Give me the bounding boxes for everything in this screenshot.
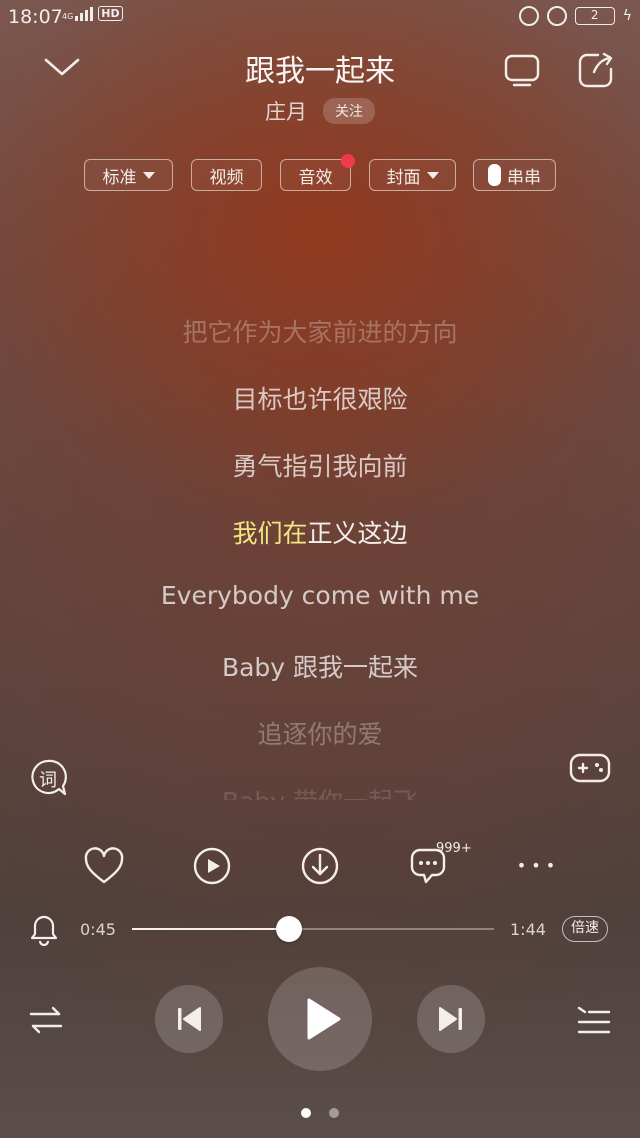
lyric-line: Everybody come with me [160,581,480,610]
heart-icon [84,847,124,884]
bell-icon [30,915,58,946]
caret-down-icon [426,171,439,179]
status-bar: 18:07 4G HD 2 ϟ [0,0,640,34]
cover-label: 封面 [386,167,421,188]
lyric-line-active: 我们在正义这边 [0,514,640,550]
skip-next-icon [439,1007,462,1031]
video-label: 视频 [209,167,244,188]
more-button[interactable]: • • • [514,844,558,888]
quality-label: 标准 [102,167,137,188]
network-indicator: 4G HD [62,5,123,21]
app-notification-icon [518,6,539,26]
share-icon [578,52,613,88]
effects-label: 音效 [298,167,333,188]
lyric-line: Baby 带你一起飞 [0,782,640,800]
skip-previous-icon [178,1007,201,1031]
lyric-line: Baby 跟我一起来 [221,653,419,682]
progress-track[interactable] [132,928,494,930]
play-mode-button[interactable] [28,1002,64,1038]
artist-name[interactable]: 庄月 [265,96,307,126]
status-time: 18:07 [8,6,63,28]
mv-button[interactable] [190,844,234,888]
chuan-label: 串串 [507,167,541,188]
total-time: 1:44 [510,920,546,939]
page-dot[interactable] [329,1108,339,1118]
lyric-line: 勇气指引我向前 [232,452,408,481]
page-dot[interactable] [301,1108,311,1118]
quality-chip[interactable]: 标准 [84,159,173,191]
new-dot-icon [341,154,355,168]
sleep-timer-button[interactable] [30,914,58,946]
play-button[interactable] [268,967,372,1071]
cover-chip[interactable]: 封面 [369,159,456,191]
queue-list-icon [577,1006,611,1034]
lock-rotation-icon [546,6,567,26]
comments-badge: 999+ [436,841,472,856]
current-time: 0:45 [80,920,116,939]
like-button[interactable] [82,844,126,888]
previous-button[interactable] [155,985,223,1053]
lyric-line: 目标也许很艰险 [232,385,408,414]
lyric-unsung-part: 正义这边 [307,519,408,548]
lyric-line: 追逐你的爱 [257,720,383,749]
caret-down-icon [142,171,155,179]
game-button[interactable] [568,748,612,788]
repeat-icon [29,1006,63,1034]
network-type: 4G [62,12,74,21]
gamepad-icon [569,753,611,783]
tv-icon [504,54,540,87]
song-title: 跟我一起来 [245,54,395,89]
lyric-toggle-label: 词 [39,770,57,791]
signal-icon [75,5,94,21]
progress-fill [132,928,289,930]
video-chip[interactable]: 视频 [191,159,262,191]
playlist-button[interactable] [576,1002,612,1038]
cast-button[interactable] [502,50,542,90]
lyric-sung-part: 我们在 [232,519,308,548]
effects-chip[interactable]: 音效 [280,154,355,191]
battery-icon: 2 [574,7,615,25]
charging-icon: ϟ [622,8,632,24]
lyric-toggle-button[interactable]: 词 [28,758,68,798]
lyric-line: 把它作为大家前进的方向 [182,318,458,347]
next-button[interactable] [417,985,485,1053]
play-circle-icon [193,847,231,885]
hd-badge: HD [98,6,123,21]
status-icons: 2 ϟ [518,6,632,26]
page-indicator [0,1108,640,1118]
play-icon [307,998,341,1040]
download-icon [301,847,339,885]
toggle-knob-icon [488,164,501,186]
chuan-chip[interactable]: 串串 [473,159,556,191]
download-button[interactable] [298,844,342,888]
artist-row: 庄月 关注 [0,96,640,126]
progress-thumb[interactable] [275,916,302,942]
follow-button[interactable]: 关注 [323,98,375,124]
speed-button[interactable]: 倍速 [562,916,608,942]
share-button[interactable] [576,50,616,90]
